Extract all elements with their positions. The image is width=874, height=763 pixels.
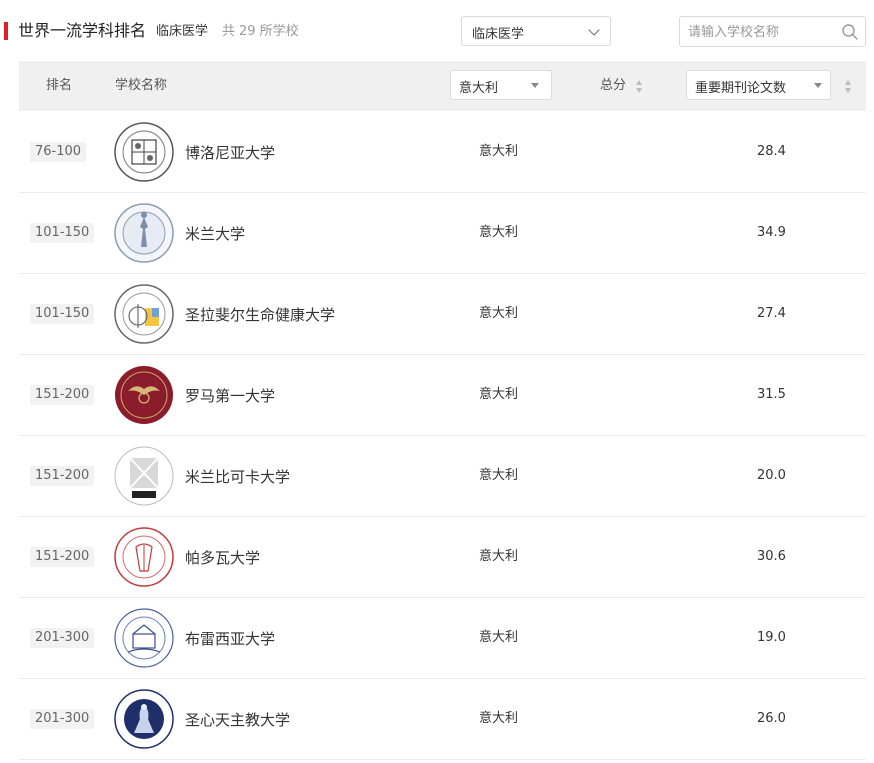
table-row[interactable]: 76-100 博洛尼亚大学 意大利 28.4 bbox=[19, 112, 866, 193]
rank-badge: 201-300 bbox=[30, 628, 95, 648]
country-cell: 意大利 bbox=[479, 387, 519, 402]
university-name[interactable]: 布雷西亚大学 bbox=[185, 629, 275, 649]
page-title: 世界一流学科排名 bbox=[18, 21, 147, 40]
subject-select[interactable]: 临床医学 bbox=[461, 16, 611, 46]
university-seal-icon bbox=[114, 527, 174, 587]
table-row[interactable]: 151-200 帕多瓦大学 意大利 30.6 bbox=[19, 517, 866, 598]
country-filter-select[interactable]: 意大利 bbox=[450, 70, 552, 100]
country-cell: 意大利 bbox=[479, 711, 519, 726]
title-accent-bar bbox=[4, 22, 8, 40]
country-cell: 意大利 bbox=[479, 468, 519, 483]
sort-indicator-icon[interactable] bbox=[845, 80, 853, 94]
score-cell: 26.0 bbox=[757, 711, 786, 726]
search-icon[interactable] bbox=[841, 23, 859, 41]
indicator-select-value: 重要期刊论文数 bbox=[695, 81, 787, 96]
count-value: 29 bbox=[239, 24, 256, 39]
rank-badge: 201-300 bbox=[30, 709, 95, 729]
score-cell: 27.4 bbox=[757, 306, 786, 321]
university-name[interactable]: 罗马第一大学 bbox=[185, 386, 275, 406]
school-count: 共 29 所学校 bbox=[222, 22, 303, 42]
university-seal-icon bbox=[114, 284, 174, 344]
search-box[interactable] bbox=[679, 16, 866, 47]
university-seal-icon bbox=[114, 122, 174, 182]
score-cell: 34.9 bbox=[757, 225, 786, 240]
table-row[interactable]: 151-200 米兰比可卡大学 意大利 20.0 bbox=[19, 436, 866, 517]
university-seal-icon bbox=[114, 608, 174, 668]
rank-badge: 151-200 bbox=[30, 385, 95, 405]
rank-badge: 151-200 bbox=[30, 547, 95, 567]
col-rank-header: 排名 bbox=[46, 78, 73, 93]
col-name-header: 学校名称 bbox=[115, 78, 168, 93]
indicator-select[interactable]: 重要期刊论文数 bbox=[686, 70, 831, 100]
university-seal-icon bbox=[114, 446, 174, 506]
university-name[interactable]: 圣拉斐尔生命健康大学 bbox=[185, 305, 335, 325]
subject-select-value: 临床医学 bbox=[472, 27, 525, 42]
country-cell: 意大利 bbox=[479, 549, 519, 564]
col-total-header[interactable]: 总分 bbox=[600, 77, 626, 95]
table-row[interactable]: 101-150 圣拉斐尔生命健康大学 意大利 27.4 bbox=[19, 274, 866, 355]
subject-label: 临床医学 bbox=[156, 24, 209, 39]
university-seal-icon bbox=[114, 203, 174, 263]
caret-down-icon bbox=[814, 83, 822, 88]
table-row[interactable]: 101-150 米兰大学 意大利 34.9 bbox=[19, 193, 866, 274]
caret-down-icon bbox=[531, 83, 539, 88]
table-header: 排名 学校名称 意大利 总分 重要期刊论文数 bbox=[19, 61, 866, 111]
table-row[interactable]: 201-300 圣心天主教大学 意大利 26.0 bbox=[19, 679, 866, 760]
country-filter-value: 意大利 bbox=[459, 81, 499, 96]
score-cell: 20.0 bbox=[757, 468, 786, 483]
country-cell: 意大利 bbox=[479, 144, 519, 159]
university-name[interactable]: 博洛尼亚大学 bbox=[185, 143, 275, 163]
rank-badge: 151-200 bbox=[30, 466, 95, 486]
sort-total-icon[interactable] bbox=[636, 80, 644, 94]
university-name[interactable]: 米兰比可卡大学 bbox=[185, 467, 290, 487]
count-suffix: 所学校 bbox=[259, 24, 299, 39]
country-cell: 意大利 bbox=[479, 630, 519, 645]
rank-badge: 101-150 bbox=[30, 304, 95, 324]
score-cell: 28.4 bbox=[757, 144, 786, 159]
university-name[interactable]: 帕多瓦大学 bbox=[185, 548, 260, 568]
table-row[interactable]: 151-200 罗马第一大学 意大利 31.5 bbox=[19, 355, 866, 436]
university-name[interactable]: 米兰大学 bbox=[185, 224, 245, 244]
country-cell: 意大利 bbox=[479, 225, 519, 240]
university-seal-icon bbox=[114, 689, 174, 749]
score-cell: 19.0 bbox=[757, 630, 786, 645]
ranking-page: 世界一流学科排名 临床医学 共29所学校 临床医学 排名 学校名称 意大利 总分… bbox=[0, 0, 874, 763]
rank-badge: 101-150 bbox=[30, 223, 95, 243]
score-cell: 31.5 bbox=[757, 387, 786, 402]
score-cell: 30.6 bbox=[757, 549, 786, 564]
country-cell: 意大利 bbox=[479, 306, 519, 321]
university-name[interactable]: 圣心天主教大学 bbox=[185, 710, 290, 730]
table-row[interactable]: 201-300 布雷西亚大学 意大利 19.0 bbox=[19, 598, 866, 679]
rank-badge: 76-100 bbox=[30, 142, 87, 162]
count-prefix: 共 bbox=[222, 24, 236, 39]
search-input[interactable] bbox=[688, 22, 838, 42]
university-seal-icon bbox=[115, 366, 173, 424]
chevron-down-icon bbox=[588, 24, 600, 36]
